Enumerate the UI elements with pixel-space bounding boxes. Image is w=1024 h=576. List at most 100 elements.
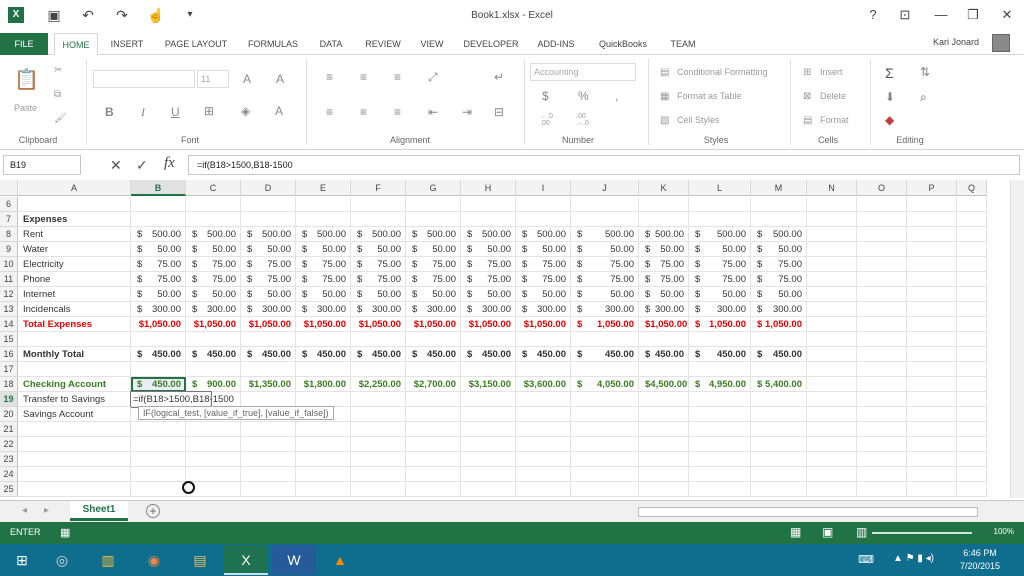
format-as-table-icon[interactable]: ▦ (660, 91, 669, 102)
data-cell[interactable] (186, 452, 241, 467)
data-cell[interactable] (639, 332, 689, 347)
data-cell[interactable]: $75.00 (461, 272, 516, 287)
data-cell[interactable] (957, 467, 987, 482)
row-header[interactable]: 17 (0, 362, 18, 377)
data-cell[interactable] (857, 242, 907, 257)
bold-button[interactable]: B (105, 105, 114, 119)
data-cell[interactable]: $75.00 (689, 272, 751, 287)
data-cell[interactable] (807, 212, 857, 227)
data-cell[interactable]: $3,150.00 (461, 377, 516, 392)
format-painter-icon[interactable]: 🖌 (54, 113, 67, 124)
data-cell[interactable] (907, 212, 957, 227)
name-box[interactable]: B19 (3, 155, 81, 175)
row-header[interactable]: 8 (0, 227, 18, 242)
decrease-indent-icon[interactable]: ⇤ (428, 105, 438, 119)
row-header[interactable]: 6 (0, 197, 18, 212)
data-cell[interactable] (461, 437, 516, 452)
data-cell[interactable] (857, 347, 907, 362)
data-cell[interactable] (807, 242, 857, 257)
data-cell[interactable]: $450.00 (516, 347, 571, 362)
data-cell[interactable] (857, 467, 907, 482)
data-cell[interactable] (131, 437, 186, 452)
data-cell[interactable] (807, 392, 857, 407)
data-cell[interactable]: $300.00 (241, 302, 296, 317)
data-cell[interactable] (689, 392, 751, 407)
data-cell[interactable]: $50.00 (571, 287, 639, 302)
system-tray-icons[interactable]: ▲ ⚑ ▮ ◂) (893, 553, 934, 564)
close-icon[interactable]: ✕ (996, 6, 1018, 24)
data-cell[interactable] (461, 212, 516, 227)
column-header-o[interactable]: O (857, 180, 907, 196)
data-cell[interactable] (807, 272, 857, 287)
data-cell[interactable] (689, 197, 751, 212)
data-cell[interactable] (907, 407, 957, 422)
data-cell[interactable] (406, 407, 461, 422)
windows-start-icon[interactable]: ⊞ (0, 545, 44, 575)
cell-styles-icon[interactable]: ▧ (660, 115, 669, 126)
row-header[interactable]: 25 (0, 482, 18, 497)
align-right-icon[interactable]: ≡ (394, 105, 401, 119)
data-cell[interactable] (131, 212, 186, 227)
chrome-icon[interactable]: ◉ (132, 545, 176, 575)
tab-team[interactable]: TEAM (664, 33, 702, 55)
row-label-cell[interactable]: Incidencals (18, 302, 131, 317)
data-cell[interactable]: $75.00 (406, 257, 461, 272)
data-cell[interactable] (689, 212, 751, 227)
data-cell[interactable]: $50.00 (131, 242, 186, 257)
font-size-combo[interactable]: 11 (197, 70, 229, 88)
data-cell[interactable]: $50.00 (351, 242, 406, 257)
decrease-font-icon[interactable]: A (276, 72, 284, 86)
data-cell[interactable] (957, 482, 987, 497)
row-header[interactable]: 13 (0, 302, 18, 317)
data-cell[interactable] (241, 422, 296, 437)
row-label-cell[interactable]: Checking Account (18, 377, 131, 392)
row-header[interactable]: 12 (0, 287, 18, 302)
data-cell[interactable]: $50.00 (639, 242, 689, 257)
autosum-icon[interactable]: Σ (885, 65, 894, 81)
tab-home[interactable]: HOME (54, 33, 98, 56)
data-cell[interactable] (571, 482, 639, 497)
increase-decimal-button[interactable]: ←.0 .00 (540, 113, 564, 127)
data-cell[interactable]: $50.00 (241, 287, 296, 302)
data-cell[interactable]: $50.00 (639, 287, 689, 302)
row-label-cell[interactable]: Phone (18, 272, 131, 287)
conditional-formatting-button[interactable]: Conditional Formatting (677, 67, 768, 77)
data-cell[interactable] (296, 437, 351, 452)
data-cell[interactable] (351, 437, 406, 452)
data-cell[interactable] (571, 212, 639, 227)
excel-icon[interactable]: X (224, 545, 268, 575)
data-cell[interactable] (296, 467, 351, 482)
row-header[interactable]: 18 (0, 377, 18, 392)
data-cell[interactable] (907, 422, 957, 437)
insert-function-icon[interactable]: fx (164, 155, 175, 172)
data-cell[interactable] (571, 362, 639, 377)
column-header-j[interactable]: J (571, 180, 639, 196)
data-cell[interactable]: $300.00 (296, 302, 351, 317)
data-cell[interactable]: $50.00 (571, 242, 639, 257)
data-cell[interactable] (957, 422, 987, 437)
delete-cells-icon[interactable]: ⊠ (803, 91, 811, 102)
data-cell[interactable]: $4,950.00 (689, 377, 751, 392)
data-cell[interactable] (406, 212, 461, 227)
data-cell[interactable]: $1,050.00 (639, 317, 689, 332)
data-cell[interactable] (807, 287, 857, 302)
tab-file[interactable]: FILE (0, 33, 48, 55)
data-cell[interactable] (751, 407, 807, 422)
data-cell[interactable] (296, 197, 351, 212)
data-cell[interactable] (689, 467, 751, 482)
data-cell[interactable] (571, 407, 639, 422)
data-cell[interactable]: $300.00 (186, 302, 241, 317)
increase-font-icon[interactable]: A (243, 72, 251, 86)
data-cell[interactable]: $50.00 (406, 287, 461, 302)
data-cell[interactable] (131, 332, 186, 347)
data-cell[interactable] (639, 482, 689, 497)
spreadsheet-grid[interactable]: ABCDEFGHIJKLMNOPQ 6 7 Expenses 8 Rent $500.00… (0, 180, 1024, 498)
clear-icon[interactable]: ◆ (885, 113, 894, 127)
column-header-k[interactable]: K (639, 180, 689, 196)
row-label-cell[interactable]: Monthly Total (18, 347, 131, 362)
data-cell[interactable]: $75.00 (296, 257, 351, 272)
satellite-icon[interactable]: ◎ (40, 545, 84, 575)
data-cell[interactable] (807, 317, 857, 332)
data-cell[interactable] (461, 482, 516, 497)
data-cell[interactable] (461, 452, 516, 467)
